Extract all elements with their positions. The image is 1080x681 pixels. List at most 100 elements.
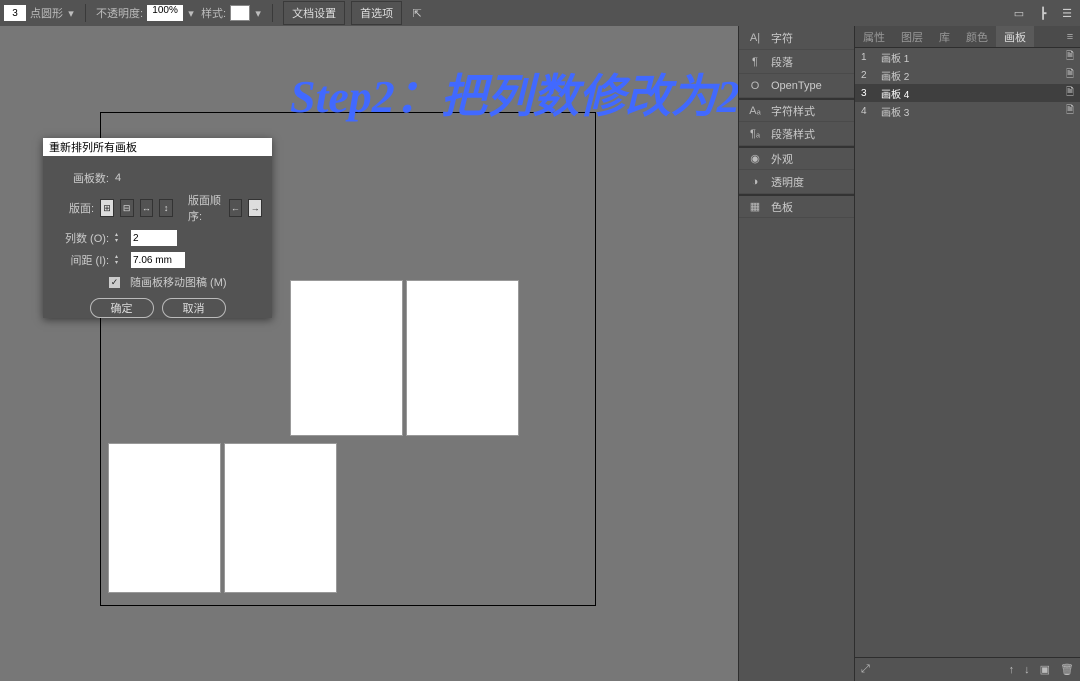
layout-col-icon[interactable]: ↕ — [159, 199, 173, 217]
panel-icon: ▦ — [747, 200, 763, 213]
style-label: 样式: — [201, 5, 226, 21]
ok-button[interactable]: 确定 — [90, 298, 154, 318]
panel-icon: Aₐ — [747, 105, 763, 117]
artboard[interactable] — [290, 280, 403, 436]
artboard-list: 1 画板 1 🗎 2 画板 2 🗎 3 画板 4 🗎 4 画板 3 🗎 — [855, 48, 1080, 120]
layout-grid-row-icon[interactable]: ⊞ — [100, 199, 114, 217]
tab-库[interactable]: 库 — [931, 26, 958, 47]
panel-icon: ◑ — [747, 176, 763, 188]
move-artwork-label: 随画板移动图稿 (M) — [130, 274, 227, 290]
artboard[interactable] — [108, 443, 221, 593]
panel-toggle-字符[interactable]: A| 字符 — [739, 26, 854, 50]
panel-toggle-段落[interactable]: ¶ 段落 — [739, 50, 854, 74]
artboard-options-icon[interactable]: 🗎 — [1066, 103, 1074, 120]
artboard[interactable] — [406, 280, 519, 436]
panel-label: 字符 — [771, 30, 793, 46]
artboard-index: 3 — [861, 88, 873, 99]
panel-icon: ◉ — [747, 152, 763, 165]
order-ltr-icon[interactable]: ← — [229, 199, 243, 217]
artboard-count-value: 4 — [115, 172, 121, 184]
opacity-label: 不透明度: — [96, 5, 143, 21]
dialog-title: 重新排列所有画板 — [43, 138, 272, 156]
panel-toggle-段落样式[interactable]: ¶ₐ 段落样式 — [739, 122, 854, 146]
artboard-list-item[interactable]: 2 画板 2 🗎 — [855, 66, 1080, 84]
panel-tabs: 属性图层库颜色画板 ≡ — [855, 26, 1080, 48]
new-artboard-icon[interactable]: ▣ — [1040, 663, 1050, 676]
divider — [272, 4, 273, 22]
panel-menu-icon[interactable]: ≡ — [1060, 31, 1080, 43]
order-rtl-icon[interactable]: → — [248, 199, 262, 217]
style-swatch[interactable] — [230, 5, 250, 21]
rearrange-artboards-dialog: 重新排列所有画板 画板数: 4 版面: ⊞ ⊟ ↔ ↕ 版面顺序: ← → 列数… — [43, 138, 272, 318]
artboard[interactable] — [224, 443, 337, 593]
move-up-icon[interactable]: ↑ — [1009, 664, 1015, 676]
spacing-input[interactable] — [131, 252, 185, 268]
panel-icon: ¶ — [747, 56, 763, 68]
artboard-name: 画板 4 — [881, 86, 1058, 101]
layout-grid-col-icon[interactable]: ⊟ — [120, 199, 134, 217]
preferences-button[interactable]: 首选项 — [351, 1, 402, 25]
panel-icon: ¶ₐ — [747, 128, 763, 140]
spin-icon[interactable]: ▴▾ — [115, 230, 125, 246]
delete-artboard-icon[interactable]: 🗑 — [1060, 663, 1074, 676]
artboard-list-item[interactable]: 3 画板 4 🗎 — [855, 84, 1080, 102]
artboard-count-label: 画板数: — [53, 170, 109, 186]
pin-icon[interactable]: ⇱ — [408, 4, 426, 22]
collapsed-panel-dock: A| 字符 ¶ 段落 O OpenType Aₐ 字符样式 ¶ₐ 段落样式 ◉ 外观 ◑ 透明度 ▦ 色板 — [738, 26, 854, 681]
layout-label: 版面: — [53, 200, 94, 216]
artboard-list-item[interactable]: 4 画板 3 🗎 — [855, 102, 1080, 120]
move-down-icon[interactable]: ↓ — [1024, 664, 1030, 676]
panel-label: 外观 — [771, 151, 793, 167]
cancel-button[interactable]: 取消 — [162, 298, 226, 318]
layout-row-icon[interactable]: ↔ — [140, 199, 154, 217]
artboard-name: 画板 1 — [881, 50, 1058, 65]
document-settings-button[interactable]: 文档设置 — [283, 1, 345, 25]
panel-toggle-字符样式[interactable]: Aₐ 字符样式 — [739, 98, 854, 122]
move-artwork-checkbox[interactable]: ✓ — [109, 277, 120, 288]
artboard-index: 2 — [861, 70, 873, 81]
panel-icon: O — [747, 80, 763, 92]
panel-toggle-色板[interactable]: ▦ 色板 — [739, 194, 854, 218]
panel-footer: ⤢ ↑ ↓ ▣ 🗑 — [855, 657, 1080, 681]
chevron-down-icon[interactable]: ▾ — [67, 9, 75, 17]
tab-属性[interactable]: 属性 — [855, 26, 893, 47]
menu-icon[interactable]: ☰ — [1058, 4, 1076, 22]
panel-toggle-OpenType[interactable]: O OpenType — [739, 74, 854, 98]
artboard-list-item[interactable]: 1 画板 1 🗎 — [855, 48, 1080, 66]
panel-icon: A| — [747, 32, 763, 44]
columns-input[interactable] — [131, 230, 177, 246]
artboard-name: 画板 2 — [881, 68, 1058, 83]
artboard-name: 画板 3 — [881, 104, 1058, 119]
tab-画板[interactable]: 画板 — [996, 26, 1034, 47]
panel-label: 透明度 — [771, 174, 804, 190]
artboard-options-icon[interactable]: 🗎 — [1066, 67, 1074, 84]
chevron-down-icon[interactable]: ▾ — [254, 9, 262, 17]
chevron-down-icon[interactable]: ▾ — [187, 9, 195, 17]
divider — [85, 4, 86, 22]
columns-label: 列数 (O): — [53, 230, 109, 246]
panel-label: 字符样式 — [771, 103, 815, 119]
align-icon[interactable]: ▭ — [1010, 4, 1028, 22]
panel-label: 色板 — [771, 199, 793, 215]
panel-label: 段落 — [771, 54, 793, 70]
spacing-label: 间距 (I): — [53, 252, 109, 268]
panel-label: 段落样式 — [771, 126, 815, 142]
stroke-profile-label: 点圆形 — [30, 5, 63, 21]
artboard-index: 4 — [861, 106, 873, 117]
canvas-workspace[interactable] — [0, 26, 738, 681]
panel-toggle-透明度[interactable]: ◑ 透明度 — [739, 170, 854, 194]
spin-icon[interactable]: ▴▾ — [115, 252, 125, 268]
tab-图层[interactable]: 图层 — [893, 26, 931, 47]
artboard-options-icon[interactable]: 🗎 — [1066, 49, 1074, 66]
opacity-value[interactable]: 100% — [147, 5, 183, 21]
artboards-panel: 属性图层库颜色画板 ≡ 1 画板 1 🗎 2 画板 2 🗎 3 画板 4 🗎 4 画板 3 🗎 ⤢ ↑ … — [854, 26, 1080, 681]
panel-toggle-外观[interactable]: ◉ 外观 — [739, 146, 854, 170]
artboard-index: 1 — [861, 52, 873, 63]
rearrange-icon[interactable]: ⤢ — [861, 663, 870, 676]
panel-label: OpenType — [771, 80, 822, 92]
options-bar: 3 点圆形 ▾ 不透明度: 100% ▾ 样式: ▾ 文档设置 首选项 ⇱ ▭ … — [0, 0, 1080, 26]
arrange-icon[interactable]: ┣ — [1034, 4, 1052, 22]
artboard-options-icon[interactable]: 🗎 — [1066, 85, 1074, 102]
stroke-weight-value[interactable]: 3 — [4, 5, 26, 21]
tab-颜色[interactable]: 颜色 — [958, 26, 996, 47]
